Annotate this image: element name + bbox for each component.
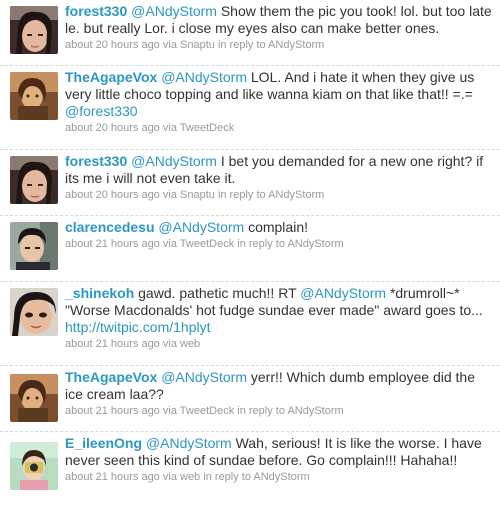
reply-prefix: in reply to (237, 405, 285, 417)
url-link[interactable]: http://twitpic.com/1hplyt (65, 319, 211, 335)
mention-link[interactable]: @ANdyStorm (146, 435, 232, 451)
boy-portrait-avatar-icon[interactable] (10, 222, 58, 270)
tweet-username-link[interactable]: forest330 (65, 3, 127, 19)
tweet-item: TheAgapeVox @ANdyStorm LOL. And i hate i… (0, 66, 500, 150)
tweet-meta: about 21 hours ago via TweetDeck in repl… (65, 237, 493, 251)
girl-closeup-avatar-icon[interactable] (10, 288, 58, 336)
tweet-username-link[interactable]: E_ileenOng (65, 435, 142, 451)
via-label: via (162, 39, 177, 51)
tweet-source-link[interactable]: TweetDeck (180, 405, 234, 417)
girl-selfie-avatar-icon[interactable] (10, 6, 58, 54)
camera-girl-avatar-icon[interactable] (10, 442, 58, 490)
tweet-item: _shinekoh gawd. pathetic much!! RT @ANdy… (0, 282, 500, 366)
tweet-content: TheAgapeVox @ANdyStorm LOL. And i hate i… (65, 69, 493, 135)
reply-prefix: in reply to (237, 238, 285, 250)
via-label: via (162, 405, 177, 417)
tweet-item: forest330 @ANdyStorm I bet you demanded … (0, 150, 500, 216)
mention-link[interactable]: @ANdyStorm (161, 69, 247, 85)
in-reply-to-link[interactable]: ANdyStorm (287, 238, 343, 250)
tweet-username-link[interactable]: TheAgapeVox (65, 369, 157, 385)
tweet-text: complain! (244, 219, 308, 235)
mention-link[interactable]: @ANdyStorm (131, 3, 217, 19)
mention-link[interactable]: @ANdyStorm (300, 285, 386, 301)
tweet-username-link[interactable]: _shinekoh (65, 285, 134, 301)
tweet-item: clarencedesu @ANdyStorm complain! about 2… (0, 216, 500, 282)
tweet-meta: about 20 hours ago via Snaptu in reply t… (65, 188, 493, 202)
tweet-content: clarencedesu @ANdyStorm complain! about 2… (65, 219, 493, 251)
tweet-username-link[interactable]: forest330 (65, 153, 127, 169)
tweet-source-link[interactable]: TweetDeck (180, 122, 234, 134)
tweet-item: TheAgapeVox @ANdyStorm yerr!! Which dumb… (0, 366, 500, 432)
tweet-content: TheAgapeVox @ANdyStorm yerr!! Which dumb… (65, 369, 493, 418)
tweet-timestamp-link[interactable]: about 20 hours ago (65, 39, 160, 51)
mention-link[interactable]: @ANdyStorm (161, 369, 247, 385)
tweet-source-link[interactable]: web (180, 471, 200, 483)
tweet-timestamp-link[interactable]: about 20 hours ago (65, 189, 160, 201)
in-reply-to-link[interactable]: ANdyStorm (253, 471, 309, 483)
via-label: via (162, 338, 177, 350)
tweet-timestamp-link[interactable]: about 21 hours ago (65, 405, 160, 417)
tweet-text: Show them the pic you took! lol. but too… (65, 3, 492, 36)
in-reply-to-link[interactable]: ANdyStorm (268, 39, 324, 51)
tweet-content: forest330 @ANdyStorm I bet you demanded … (65, 153, 493, 202)
mention-link[interactable]: @forest330 (65, 103, 138, 119)
tweet-content: forest330 @ANdyStorm Show them the pic y… (65, 3, 493, 52)
reply-prefix: in reply to (217, 39, 266, 51)
tweet-meta: about 21 hours ago via web (65, 337, 493, 351)
mention-link[interactable]: @ANdyStorm (131, 153, 217, 169)
tweet-username-link[interactable]: TheAgapeVox (65, 69, 157, 85)
tweet-meta: about 21 hours ago via web in reply to A… (65, 470, 493, 484)
via-label: via (162, 122, 177, 134)
sepia-portrait-avatar-icon[interactable] (10, 72, 58, 120)
tweet-timestamp-link[interactable]: about 20 hours ago (65, 122, 160, 134)
via-label: via (162, 238, 177, 250)
reply-prefix: in reply to (217, 189, 266, 201)
via-label: via (162, 471, 177, 483)
mention-link[interactable]: @ANdyStorm (158, 219, 244, 235)
tweet-meta: about 21 hours ago via TweetDeck in repl… (65, 404, 493, 418)
via-label: via (162, 189, 177, 201)
reply-prefix: in reply to (203, 471, 251, 483)
tweet-timestamp-link[interactable]: about 21 hours ago (65, 238, 160, 250)
tweet-source-link[interactable]: TweetDeck (180, 238, 234, 250)
tweet-meta: about 20 hours ago via TweetDeck (65, 121, 493, 135)
tweet-username-link[interactable]: clarencedesu (65, 219, 155, 235)
tweet-item: forest330 @ANdyStorm Show them the pic y… (0, 0, 500, 66)
tweet-text: gawd. pathetic much!! RT (138, 285, 301, 301)
tweet-timestamp-link[interactable]: about 21 hours ago (65, 471, 160, 483)
girl-selfie-avatar-icon[interactable] (10, 156, 58, 204)
tweet-text: I bet you demanded for a new one right? … (65, 153, 484, 186)
tweet-content: _shinekoh gawd. pathetic much!! RT @ANdy… (65, 285, 493, 351)
tweet-item: E_ileenOng @ANdyStorm Wah, serious! It i… (0, 432, 500, 505)
tweet-source-link[interactable]: web (180, 338, 200, 350)
tweet-source-link[interactable]: Snaptu (180, 189, 215, 201)
tweet-timestamp-link[interactable]: about 21 hours ago (65, 338, 160, 350)
in-reply-to-link[interactable]: ANdyStorm (287, 405, 343, 417)
in-reply-to-link[interactable]: ANdyStorm (268, 189, 324, 201)
tweet-timeline: forest330 @ANdyStorm Show them the pic y… (0, 0, 500, 505)
tweet-source-link[interactable]: Snaptu (180, 39, 215, 51)
tweet-content: E_ileenOng @ANdyStorm Wah, serious! It i… (65, 435, 493, 484)
tweet-meta: about 20 hours ago via Snaptu in reply t… (65, 38, 493, 52)
sepia-portrait-avatar-icon[interactable] (10, 374, 58, 422)
